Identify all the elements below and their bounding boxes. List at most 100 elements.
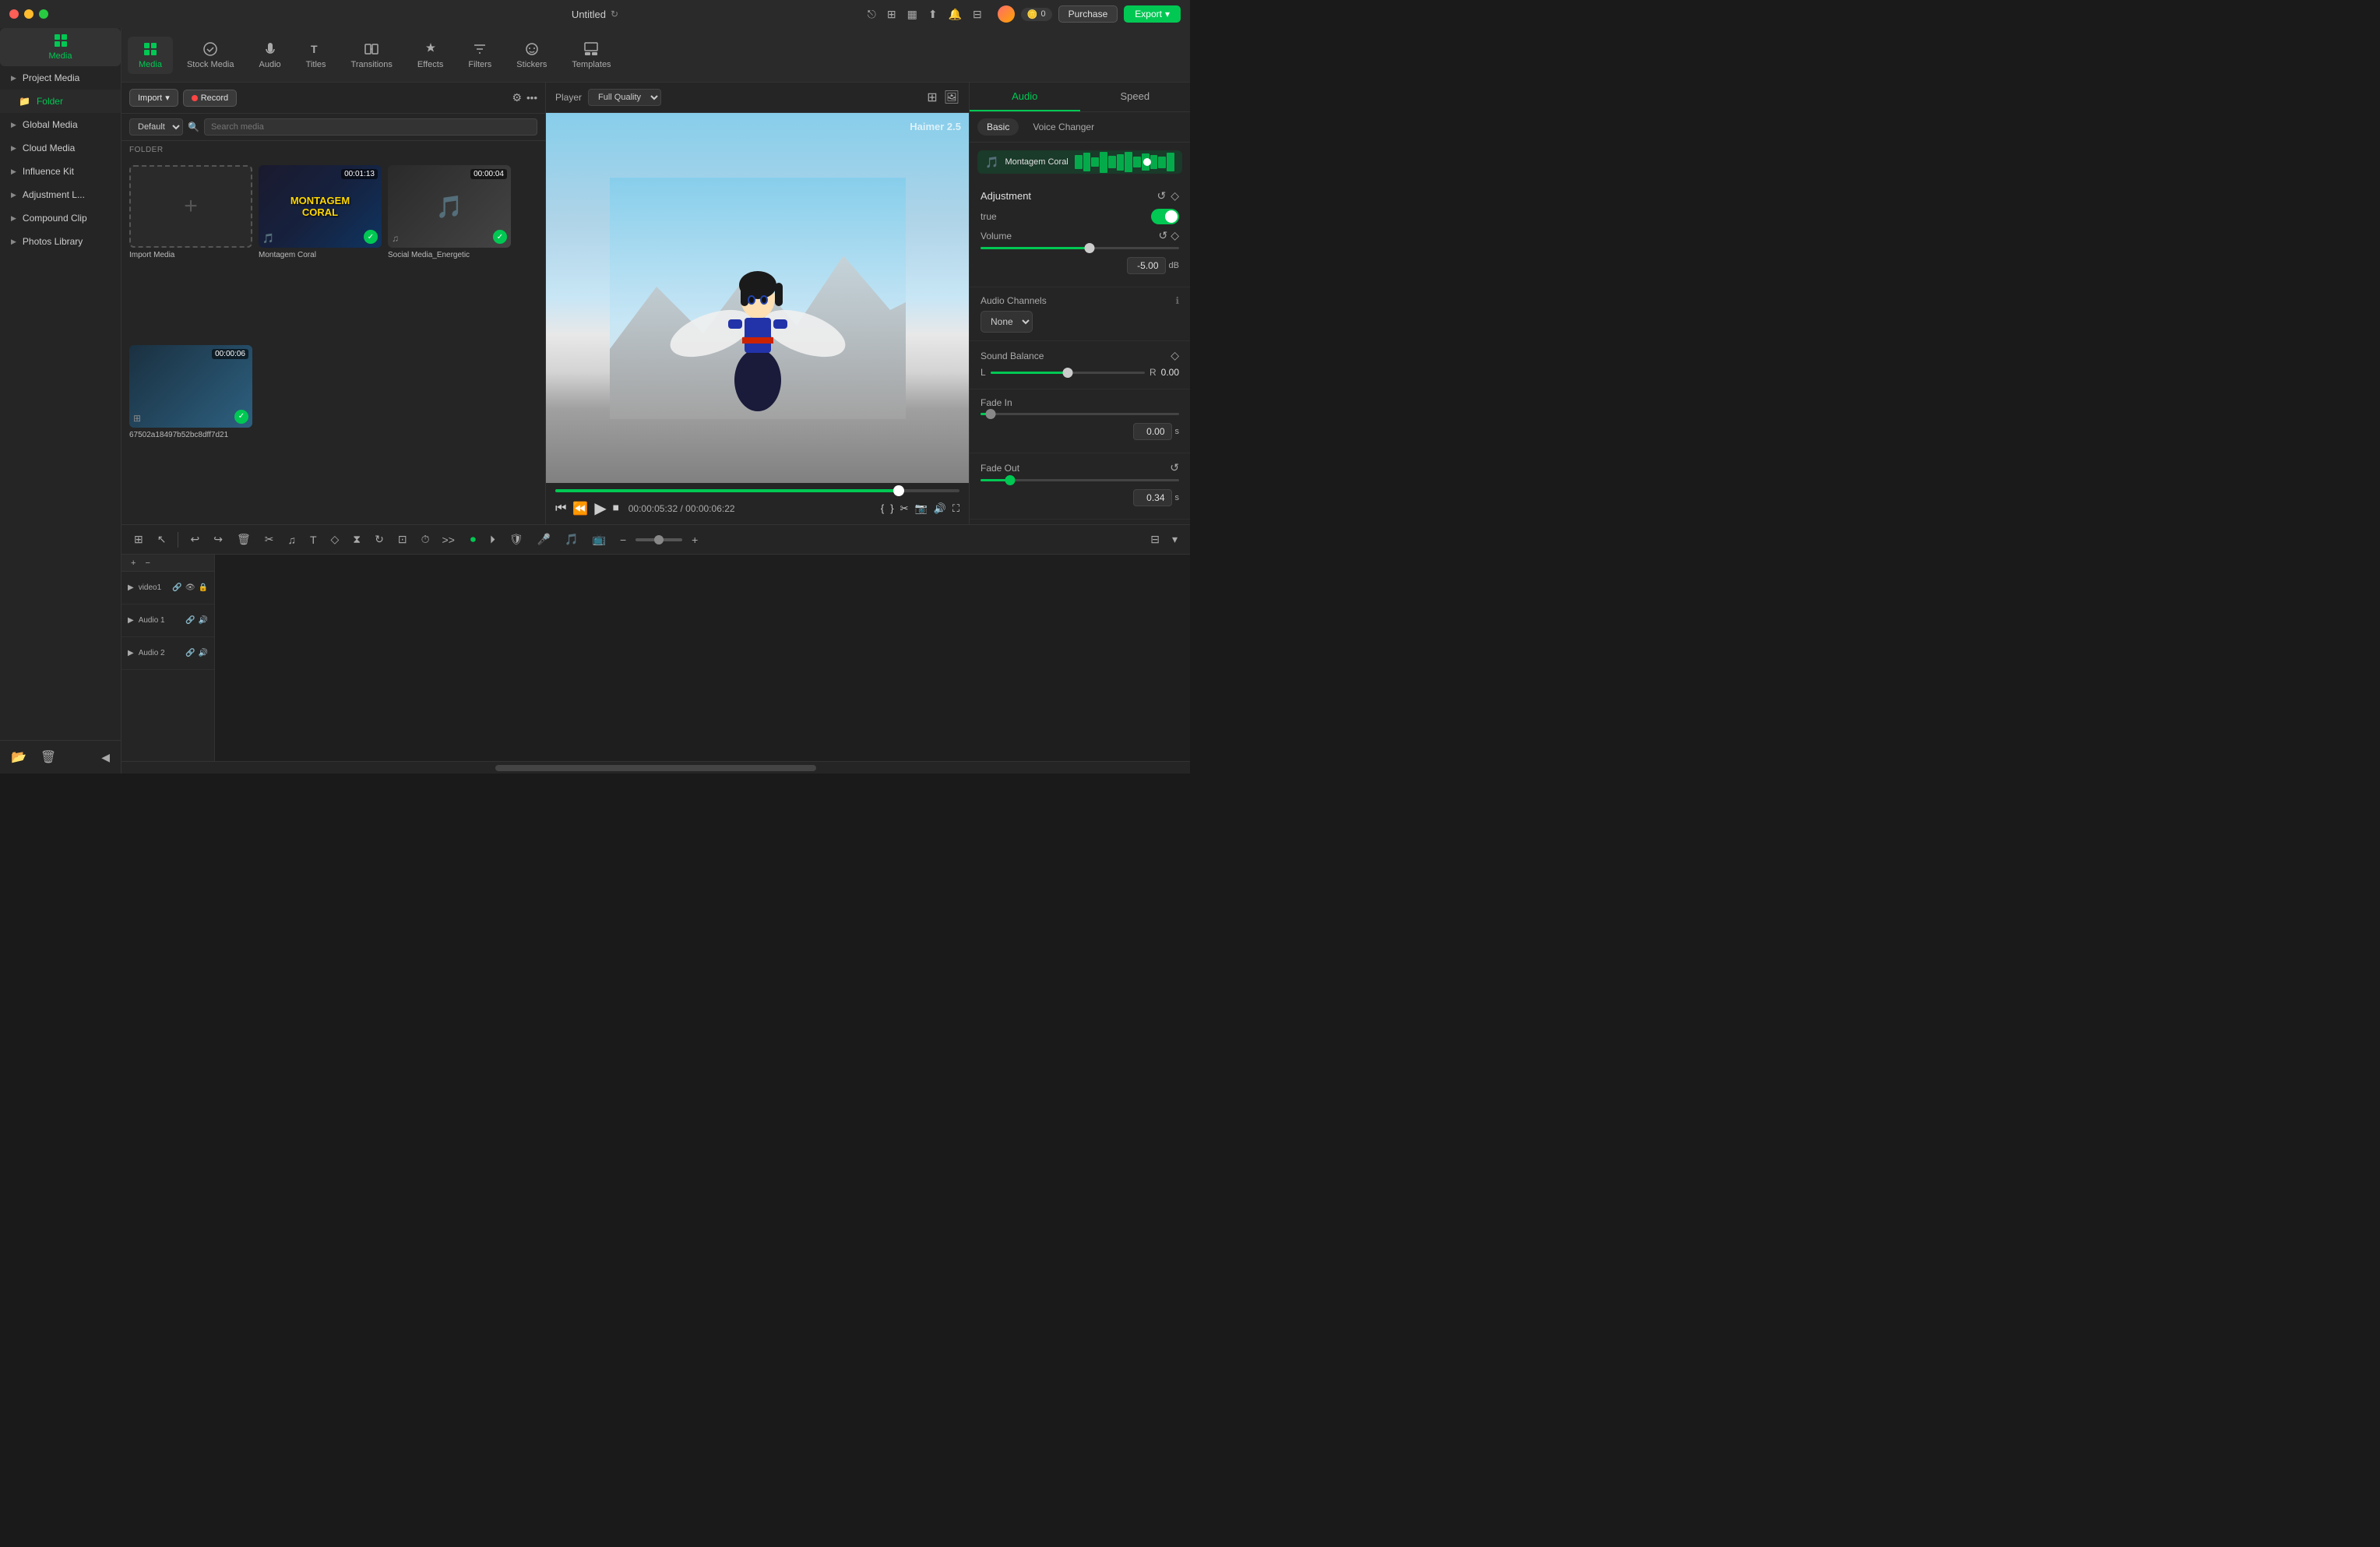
fade-out-reset-button[interactable]: ↺ xyxy=(1170,461,1179,474)
import-media-item[interactable]: + Import Media xyxy=(129,165,252,339)
track-link-icon[interactable]: 🔗 xyxy=(185,649,195,657)
tab-stickers[interactable]: Stickers xyxy=(505,37,558,74)
sidebar-item-photos-library[interactable]: ▶ Photos Library xyxy=(0,230,121,253)
timeline-cursor-button[interactable]: ↖ xyxy=(153,530,171,548)
tab-audio[interactable]: Audio xyxy=(248,37,292,74)
music2-button[interactable]: 🎵 xyxy=(560,530,583,548)
track-link-icon[interactable]: 🔗 xyxy=(185,616,195,625)
volume-keyframe-button[interactable]: ◇ xyxy=(1171,229,1179,242)
filter-button[interactable]: ⚙ xyxy=(512,91,522,104)
timer-button[interactable]: ⏱ xyxy=(417,530,435,548)
purchase-button[interactable]: Purchase xyxy=(1058,5,1118,23)
media-thumbnail[interactable]: MONTAGEM CORAL 00:01:13 🎵 ✓ xyxy=(259,165,382,248)
delete-folder-button[interactable]: 🗑 xyxy=(36,747,61,767)
tab-stock-media[interactable]: Stock Media xyxy=(176,37,245,74)
tab-templates[interactable]: Templates xyxy=(561,37,621,74)
trim-button[interactable]: ✂ xyxy=(900,502,909,515)
media-thumbnail[interactable]: 00:00:06 ⊞ ✓ xyxy=(129,345,252,428)
volume-button[interactable]: 🔊 xyxy=(934,502,946,515)
sidebar-item-influence-kit[interactable]: ▶ Influence Kit xyxy=(0,160,121,183)
tab-speed-panel[interactable]: Speed xyxy=(1080,83,1191,111)
transition-button[interactable]: ⧗ xyxy=(348,530,365,548)
tab-media-toolbar[interactable]: Media xyxy=(128,37,173,74)
track-lock-icon[interactable]: 🔒 xyxy=(199,583,208,592)
cut-button[interactable]: ✂ xyxy=(260,530,279,548)
tab-media[interactable]: Media xyxy=(0,28,121,66)
delete-track-button[interactable]: − xyxy=(142,558,153,569)
import-button[interactable]: Import ▾ xyxy=(129,89,178,107)
sidebar-folder[interactable]: 📁 Folder xyxy=(0,90,121,113)
sidebar-item-compound-clip[interactable]: ▶ Compound Clip xyxy=(0,206,121,230)
progress-thumb[interactable] xyxy=(893,485,904,496)
screen-button[interactable]: 📺 xyxy=(588,530,611,548)
subtab-voice-changer[interactable]: Voice Changer xyxy=(1023,118,1104,136)
export-button[interactable]: Export ▾ xyxy=(1124,5,1181,23)
layout-icon[interactable]: ⊟ xyxy=(973,8,982,21)
mark-out-button[interactable]: } xyxy=(890,502,893,514)
mark-in-button[interactable]: { xyxy=(881,502,884,514)
fade-in-slider[interactable] xyxy=(981,413,1179,415)
maximize-button[interactable] xyxy=(39,9,48,19)
sound-balance-keyframe-button[interactable]: ◇ xyxy=(1171,349,1179,362)
track-vol-icon[interactable]: 🔊 xyxy=(199,649,208,657)
minimize-button[interactable] xyxy=(24,9,33,19)
scroll-thumb[interactable] xyxy=(495,765,816,771)
tab-filters[interactable]: Filters xyxy=(457,37,502,74)
tab-transitions[interactable]: Transitions xyxy=(340,37,403,74)
layout-toggle-button[interactable]: ⊟ xyxy=(1146,530,1164,548)
fade-in-thumb[interactable] xyxy=(985,409,995,419)
collapse-sidebar-button[interactable]: ◀ xyxy=(97,747,114,767)
fade-out-thumb[interactable] xyxy=(1005,475,1016,485)
tab-audio-panel[interactable]: Audio xyxy=(970,83,1080,111)
play-button[interactable]: ▶ xyxy=(594,499,606,518)
image-view-button[interactable]: 🖼 xyxy=(944,90,959,105)
volume-reset-button[interactable]: ↺ xyxy=(1158,229,1167,242)
fullscreen-button[interactable]: ⛶ xyxy=(952,502,959,515)
minus-button[interactable]: − xyxy=(615,531,631,548)
text-button[interactable]: T xyxy=(305,531,322,548)
sidebar-item-global-media[interactable]: ▶ Global Media xyxy=(0,113,121,136)
import-thumb[interactable]: + xyxy=(129,165,252,248)
mic-button[interactable]: 🎤 xyxy=(533,530,555,548)
adjustment-keyframe-button[interactable]: ◇ xyxy=(1171,189,1179,203)
list-item[interactable]: MONTAGEM CORAL 00:01:13 🎵 ✓ Montagem Cor… xyxy=(259,165,382,339)
remote-icon[interactable]: ⊞ xyxy=(887,8,896,21)
sound-balance-slider[interactable] xyxy=(991,372,1145,374)
sound-balance-thumb[interactable] xyxy=(1062,368,1072,378)
zoom-slider[interactable] xyxy=(635,538,682,541)
undo-button[interactable]: ↩ xyxy=(185,530,204,548)
tab-effects[interactable]: Effects xyxy=(407,37,454,74)
quality-select[interactable]: Full Quality xyxy=(588,89,661,106)
cloud-icon[interactable]: ⬆ xyxy=(928,8,938,21)
subtab-basic[interactable]: Basic xyxy=(977,118,1019,136)
search-input[interactable] xyxy=(204,118,537,136)
marker-green-button[interactable]: ⏺ xyxy=(466,530,481,548)
add-track-button[interactable]: + xyxy=(128,558,139,569)
stop-button[interactable]: ⏹ xyxy=(613,502,619,516)
delete-button[interactable]: 🗑 xyxy=(232,530,255,548)
grid-icon[interactable]: ▦ xyxy=(907,8,917,21)
track-eye-icon[interactable]: 👁 xyxy=(185,583,195,592)
sort-select[interactable]: Default xyxy=(129,118,183,136)
share-icon[interactable]: ⎋ xyxy=(868,8,876,21)
redo-button[interactable]: ↪ xyxy=(209,530,227,548)
plus-button[interactable]: + xyxy=(687,531,702,548)
tab-titles[interactable]: T Titles xyxy=(295,37,337,74)
bell-icon[interactable]: 🔔 xyxy=(949,8,962,21)
timeline-grid-button[interactable]: ⊞ xyxy=(129,530,148,548)
close-button[interactable] xyxy=(9,9,19,19)
clip-button[interactable]: ⊡ xyxy=(393,530,412,548)
zoom-thumb[interactable] xyxy=(654,535,664,544)
fade-out-slider[interactable] xyxy=(981,479,1179,481)
adjustment-reset-button[interactable]: ↺ xyxy=(1157,189,1166,203)
marker-play-button[interactable]: ⏵ xyxy=(485,530,500,548)
rotate-button[interactable]: ↻ xyxy=(370,530,389,548)
track-vol-icon[interactable]: 🔊 xyxy=(199,616,208,625)
sidebar-item-adjustment[interactable]: ▶ Adjustment L... xyxy=(0,183,121,206)
media-thumbnail[interactable]: 🎵 00:00:04 ♫ ✓ xyxy=(388,165,511,248)
keyframe-button[interactable]: ◇ xyxy=(326,530,344,548)
record-button[interactable]: Record xyxy=(183,90,237,107)
auto-normalization-toggle[interactable] xyxy=(1151,209,1179,224)
user-avatar[interactable] xyxy=(998,5,1015,23)
skip-back-button[interactable]: ⏮ xyxy=(555,502,566,516)
